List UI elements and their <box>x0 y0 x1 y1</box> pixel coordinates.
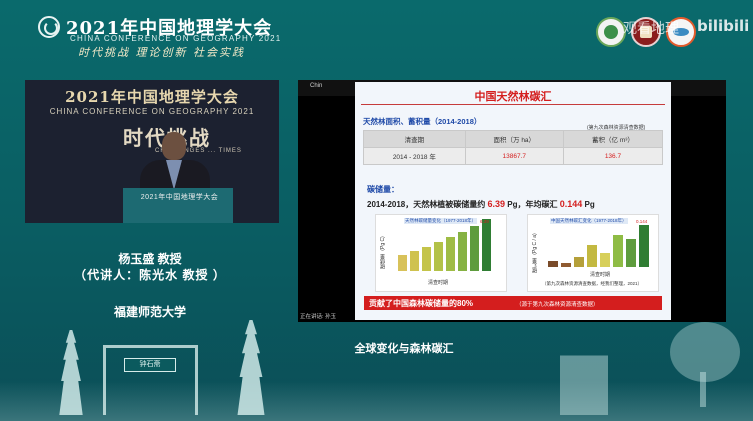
forest-data-table: 清查期 面积（万 ha） 蓄积（亿 m³） 2014 - 2018 年 1386… <box>363 130 664 165</box>
chart-left-title: 天然林碳储量变化（1977-2018年） <box>404 218 478 224</box>
chart-right-bar <box>600 253 610 267</box>
sponsor-logo-1-icon <box>596 17 626 47</box>
chart-right-xlabel: 清查时期 <box>590 272 611 278</box>
chart-left-xlabel: 清查时期 <box>428 280 449 286</box>
statement-value-storage: 6.39 <box>487 199 506 209</box>
share-ticker-text: 正在讲话: 孙玉 <box>300 314 337 320</box>
chart-left-bar <box>446 237 455 271</box>
table-cell-volume: 136.7 <box>562 147 664 165</box>
conference-subtitle: CHINA CONFERENCE ON GEOGRAPHY 2021 <box>70 34 282 43</box>
video-backdrop-title: 2021年中国地理学大会 <box>65 88 239 106</box>
chart-carbon-sink: 中国天然林碳汇变化（1977-2018年） 碳汇量（Pg C / a） 0.14… <box>527 214 659 292</box>
table-cell-area: 13867.7 <box>464 147 564 165</box>
chart-right-note: （第九次森林资源清查数据，经我们整理，2021） <box>542 281 643 286</box>
chart-right-bar <box>548 261 558 267</box>
video-backdrop-subtitle: CHINA CONFERENCE ON GEOGRAPHY 2021 <box>49 107 255 116</box>
table-header-volume: 蓄积（亿 m³） <box>562 130 664 148</box>
chart-left-bar <box>422 247 431 271</box>
speaker-head <box>162 132 186 160</box>
speaker-name: 杨玉盛 教授 <box>118 252 182 266</box>
banner-main-text: 贡献了中国森林碳储量的80% <box>369 299 474 308</box>
chart-left-bar <box>470 226 479 271</box>
arch-plaque: 钟石斋 <box>124 358 176 372</box>
chart-left-ylabel: 碳储量（Pg C） <box>380 232 386 269</box>
statement-post: Pg <box>584 200 595 209</box>
chart-right-bar <box>574 257 584 267</box>
chart-right-bar <box>587 245 597 267</box>
slide-share-window[interactable]: Chin 中国天然林碳汇 天然林面积、蓄积量（2014-2018） (第九次森林… <box>298 80 726 322</box>
memorial-arch-icon <box>103 345 198 415</box>
chart-right-ylabel: 碳汇量（Pg C / a） <box>532 229 538 273</box>
statement-mid: Pg，年均碳汇 <box>507 200 558 209</box>
conference-logo-icon <box>38 16 60 38</box>
statement-pre: 2014-2018，天然林植被碳储量约 <box>367 200 486 209</box>
table-cell-period: 2014 - 2018 年 <box>363 147 466 165</box>
chart-right-title: 中国天然林碳汇变化（1977-2018年） <box>550 218 628 224</box>
podium-text: 2021年中国地理学大会 <box>140 194 219 201</box>
chart-left-top-label: 6.39 <box>480 219 489 224</box>
chart-left-bar <box>434 242 443 271</box>
chart-left-bar <box>398 255 407 271</box>
chart-right-bar <box>639 225 649 267</box>
chart-right-bar <box>613 235 623 267</box>
watermark-text: 观看地理 <box>623 20 679 36</box>
carbon-statement: 2014-2018，天然林植被碳储量约 6.39 Pg，年均碳汇 0.144 P… <box>367 199 595 210</box>
speaker-video[interactable]: 2021年中国地理学大会 CHINA CONFERENCE ON GEOGRAP… <box>25 80 279 223</box>
chart-carbon-storage: 天然林碳储量变化（1977-2018年） 碳储量（Pg C） 6.39 清查时期 <box>375 214 507 292</box>
chart-left-bar <box>458 232 467 271</box>
chart-left-bar <box>482 219 491 271</box>
statement-value-sink: 0.144 <box>559 199 583 209</box>
share-tag: Chin <box>310 83 323 89</box>
chart-right-bar <box>626 239 636 267</box>
session-topic-text: 全球变化与森林碳汇 <box>354 343 454 355</box>
slide-title-divider <box>361 104 665 105</box>
section-carbon-storage: 碳储量： <box>367 185 399 194</box>
section-area-volume: 天然林面积、蓄积量（2014-2018） <box>363 117 482 126</box>
conference-slogan: 时代挑战 理论创新 社会实践 <box>78 46 245 59</box>
slide-title: 中国天然林碳汇 <box>474 91 552 103</box>
conclusion-banner: 贡献了中国森林碳储量的80% （源于第九次森林资源清查数据） <box>364 296 662 310</box>
chart-right-bar <box>561 263 571 267</box>
conference-header: 2021年中国地理学大会 CHINA CONFERENCE ON GEOGRAP… <box>0 0 753 62</box>
speaker-substitute: （代讲人：陈光水 教授 ） <box>74 268 226 282</box>
bilibili-logo: bilibili <box>697 17 750 35</box>
tree-trunk <box>700 372 706 407</box>
table-header-period: 清查期 <box>363 130 466 148</box>
speaker-institution: 福建师范大学 <box>113 305 186 319</box>
chart-right-top-label: 0.144 <box>636 219 648 224</box>
chart-left-bar <box>410 251 419 271</box>
banner-source-text: （源于第九次森林资源清查数据） <box>516 302 599 308</box>
table-header-area: 面积（万 ha） <box>464 130 564 148</box>
presentation-slide: 中国天然林碳汇 天然林面积、蓄积量（2014-2018） (第九次森林资源清查数… <box>355 82 671 320</box>
